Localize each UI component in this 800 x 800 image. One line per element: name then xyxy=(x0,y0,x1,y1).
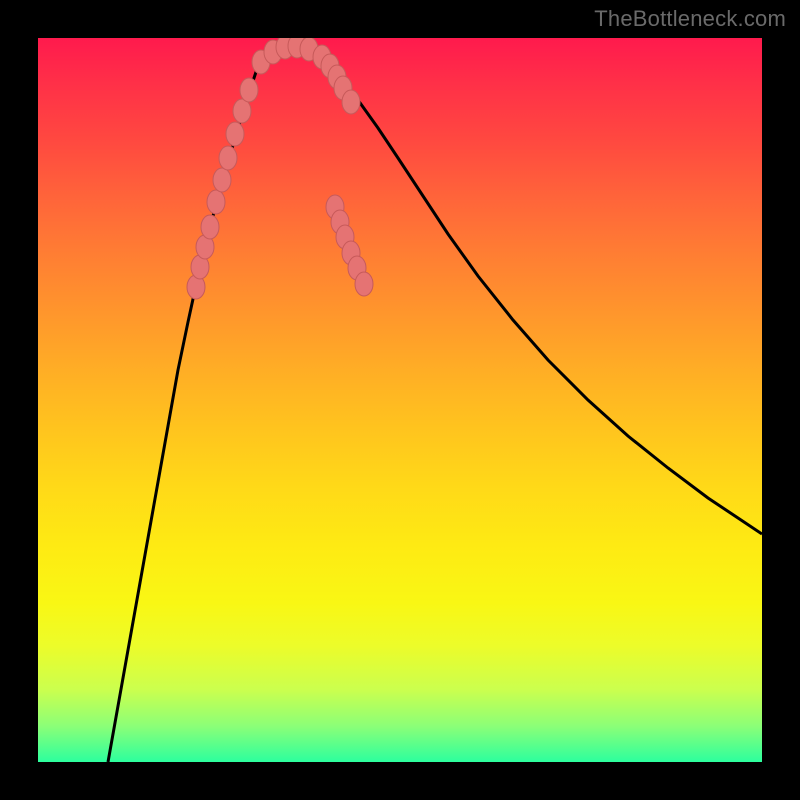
watermark-text: TheBottleneck.com xyxy=(594,6,786,32)
data-point xyxy=(213,168,231,192)
chart-frame: TheBottleneck.com xyxy=(0,0,800,800)
data-point xyxy=(219,146,237,170)
plot-area xyxy=(38,38,762,762)
v-curve xyxy=(108,46,762,762)
curve-svg xyxy=(38,38,762,762)
data-point xyxy=(233,99,251,123)
data-point xyxy=(240,78,258,102)
data-point xyxy=(355,272,373,296)
data-point xyxy=(226,122,244,146)
data-point xyxy=(342,90,360,114)
data-point xyxy=(201,215,219,239)
data-points xyxy=(187,38,373,299)
data-point xyxy=(207,190,225,214)
